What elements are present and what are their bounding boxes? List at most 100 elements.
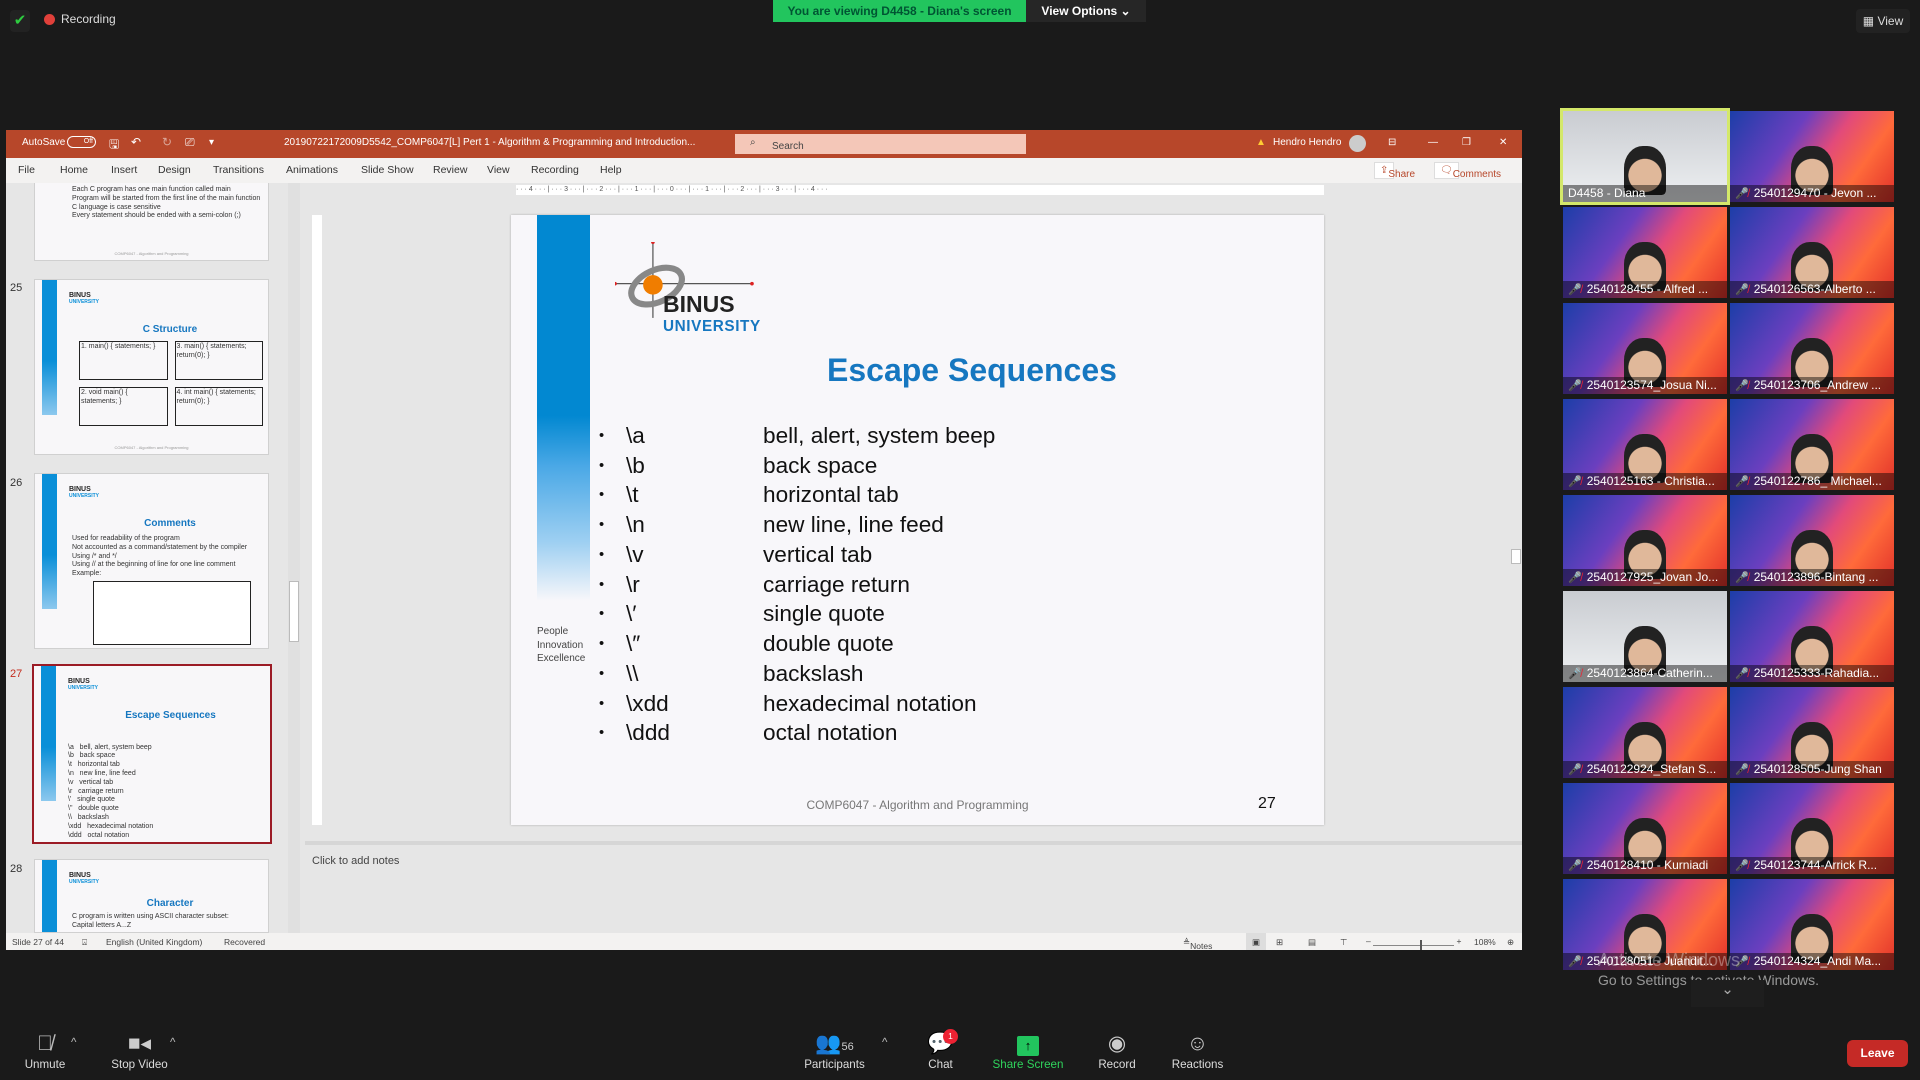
muted-mic-icon: 🎤̸ (1735, 476, 1749, 488)
audio-options-caret-icon[interactable]: ^ (71, 1036, 76, 1049)
redo-icon[interactable]: ↻ (162, 135, 172, 149)
accessibility-icon[interactable]: ⍓ (82, 937, 87, 948)
chat-label: Chat (928, 1058, 953, 1071)
normal-view-icon[interactable]: ▣ (1246, 933, 1266, 950)
comments-button[interactable]: 🗨 Comments (1434, 162, 1501, 180)
participants-button[interactable]: 👥56 Participants (798, 1029, 871, 1071)
tab-home[interactable]: Home (60, 164, 88, 176)
leave-button[interactable]: Leave (1847, 1040, 1908, 1067)
search-box[interactable]: ⌕ Search (735, 134, 1026, 154)
participants-caret-icon[interactable]: ^ (882, 1036, 887, 1049)
share-screen-button[interactable]: ↑ Share Screen (989, 1029, 1067, 1071)
tab-review[interactable]: Review (433, 164, 467, 176)
scrollbar-thumb[interactable] (289, 581, 299, 642)
participant-tile[interactable]: 🎤̸ 2540127925_Jovan Jo... (1563, 495, 1727, 586)
current-slide[interactable]: People Innovation Excellence BINUS UNIVERS… (511, 215, 1324, 825)
thumbnail-scrollbar[interactable] (288, 183, 300, 933)
warning-icon[interactable]: ▲ (1256, 137, 1266, 148)
thumb-blue-bar (42, 860, 57, 932)
security-shield-icon[interactable]: ✔ (10, 10, 30, 32)
user-name[interactable]: Hendro Hendro (1273, 137, 1341, 148)
record-button[interactable]: ◉ Record (1095, 1029, 1139, 1071)
slide-thumbnail-25[interactable]: BINUS UNIVERSITY C Structure 1. main() { … (34, 279, 269, 455)
participant-tile[interactable]: 🎤̸ 2540123706_Andrew ... (1730, 303, 1894, 394)
autosave-toggle[interactable]: Off (67, 136, 96, 148)
escape-code: \v (626, 541, 644, 567)
fit-slide-icon[interactable]: ⊕ (1507, 937, 1514, 948)
restore-icon[interactable]: ❐ (1462, 137, 1471, 148)
editor-scrollbar[interactable] (1511, 187, 1522, 830)
recording-dot-icon (44, 13, 55, 25)
participant-tile-active-speaker[interactable]: D4458 - Diana (1560, 108, 1730, 205)
logo-binus-text: BINUS (663, 291, 735, 317)
bullet-icon: • (599, 427, 605, 444)
ribbon-display-icon[interactable]: ⊟ (1388, 137, 1396, 148)
undo-icon[interactable]: ↶ (131, 135, 141, 149)
slide-thumbnail-24[interactable]: Each C program has one main function cal… (34, 183, 269, 261)
notes-button[interactable]: ≜ Notes (1183, 937, 1212, 950)
slide-thumbnail-27-selected[interactable]: BINUS UNIVERSITY Escape Sequences \a bell… (32, 664, 272, 844)
tab-animations[interactable]: Animations (286, 164, 338, 176)
notes-pane[interactable]: Click to add notes (305, 841, 1522, 933)
participant-tile[interactable]: 🎤̸ 2540123896-Bintang ... (1730, 495, 1894, 586)
participant-tile[interactable]: 🎤̸ 2540123864-Catherin... (1563, 591, 1727, 682)
present-icon[interactable]: ⎚ (185, 135, 195, 150)
slide-thumbnail-28[interactable]: BINUS UNIVERSITY Character C program is w… (34, 859, 269, 933)
slide-thumbnail-26[interactable]: BINUS UNIVERSITY Comments Used for readab… (34, 473, 269, 649)
tab-design[interactable]: Design (158, 164, 191, 176)
participant-tile[interactable]: 🎤̸ 2540126563-Alberto ... (1730, 207, 1894, 298)
slide-number: 26 (10, 477, 23, 489)
participant-tile[interactable]: 🎤̸ 2540122924_Stefan S... (1563, 687, 1727, 778)
view-layout-button[interactable]: ▦ View (1856, 9, 1910, 33)
gallery-next-page-chevron-icon[interactable]: ⌄ (1691, 980, 1764, 1007)
participant-tile[interactable]: 🎤̸ 2540122786_ Michael... (1730, 399, 1894, 490)
customize-qat-icon[interactable]: ▾ (209, 137, 214, 148)
language-status[interactable]: English (United Kingdom) (106, 937, 202, 947)
save-icon[interactable]: 🖫 (109, 135, 119, 156)
participant-tile[interactable]: 🎤̸ 2540128505-Jung Shan (1730, 687, 1894, 778)
minimize-icon[interactable]: — (1428, 137, 1438, 148)
zoom-level[interactable]: 108% (1474, 937, 1496, 947)
stop-video-button[interactable]: ■◂ Stop Video (105, 1029, 174, 1071)
participant-tile[interactable]: 🎤̸ 2540129470 - Jevon ... (1730, 111, 1894, 202)
zoom-slider[interactable]: – + (1366, 936, 1461, 950)
bullet-icon: • (599, 546, 605, 563)
tab-transitions[interactable]: Transitions (213, 164, 264, 176)
tab-file[interactable]: File (18, 164, 35, 176)
reactions-button[interactable]: ☺ Reactions (1168, 1029, 1227, 1071)
tab-insert[interactable]: Insert (111, 164, 137, 176)
chat-button[interactable]: 💬 1 Chat (921, 1029, 960, 1071)
tab-slide-show[interactable]: Slide Show (361, 164, 414, 176)
participant-tile[interactable]: 🎤̸ 2540125333-Rahadia... (1730, 591, 1894, 682)
recording-indicator[interactable]: Recording (44, 12, 116, 26)
search-placeholder: Search (772, 141, 804, 152)
view-options-button[interactable]: View Options ⌄ (1026, 0, 1146, 22)
ribbon-tabs: File Home Insert Design Transitions Anim… (6, 158, 1522, 183)
editor-scrollbar-thumb[interactable] (1511, 549, 1521, 564)
slide-sorter-icon[interactable]: ⊞ (1276, 937, 1283, 948)
file-name[interactable]: 20190722172009D5542_COMP6047[L] Pert 1 -… (284, 137, 695, 148)
participant-name: 2540126563-Alberto ... (1753, 282, 1876, 296)
participant-tile[interactable]: 🎤̸ 2540128455 - Alfred ... (1563, 207, 1727, 298)
escape-description: backslash (763, 660, 864, 686)
user-avatar[interactable] (1349, 135, 1366, 152)
close-icon[interactable]: ✕ (1499, 137, 1507, 148)
participant-tile[interactable]: 🎤̸ 2540125163 - Christia... (1563, 399, 1727, 490)
tab-recording[interactable]: Recording (531, 164, 579, 176)
tab-view[interactable]: View (487, 164, 510, 176)
participant-tile[interactable]: 🎤̸ 2540128410 - Kurniadi (1563, 783, 1727, 874)
slideshow-view-icon[interactable]: ⊤ (1340, 937, 1347, 948)
muted-mic-icon: 🎤̸ (1735, 860, 1749, 872)
unmute-button[interactable]: 🎙̸ Unmute (17, 1029, 73, 1071)
share-button[interactable]: ⇪ Share (1374, 162, 1415, 180)
reading-view-icon[interactable]: ▤ (1308, 937, 1316, 948)
video-options-caret-icon[interactable]: ^ (170, 1036, 175, 1049)
participant-tile[interactable]: 🎤̸ 2540124324_Andi Ma... (1730, 879, 1894, 970)
escape-code: \b (626, 452, 645, 478)
zoom-meeting-window: ✔ Recording You are viewing D4458 - Dian… (0, 0, 1920, 1080)
slide-footer: COMP6047 - Algorithm and Programming (806, 798, 1029, 812)
participant-name-bar: 🎤̸ 2540127925_Jovan Jo... (1563, 569, 1727, 586)
tab-help[interactable]: Help (600, 164, 622, 176)
participant-tile[interactable]: 🎤̸ 2540123574_Josua Ni... (1563, 303, 1727, 394)
participant-tile[interactable]: 🎤̸ 2540123744-Arrick R... (1730, 783, 1894, 874)
